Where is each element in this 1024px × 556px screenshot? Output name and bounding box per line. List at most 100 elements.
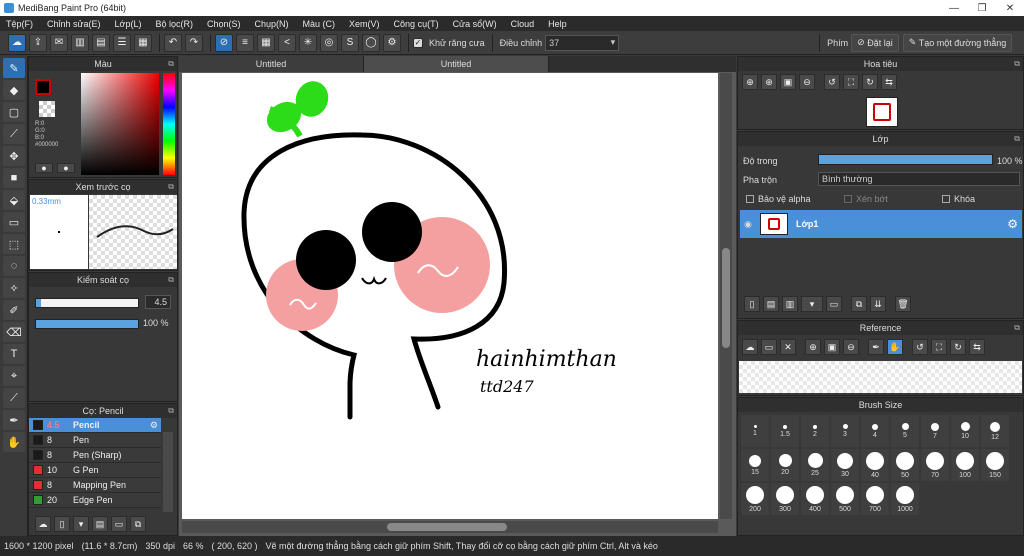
cloud-icon[interactable]: ☁ xyxy=(8,33,26,52)
blend-mode-select[interactable]: Bình thường xyxy=(818,172,1020,186)
merge-layer-icon[interactable]: ⇊ xyxy=(870,296,886,312)
menu-file[interactable]: Tệp(F) xyxy=(6,19,33,29)
zoom-in-icon[interactable]: ⊕ xyxy=(805,339,821,355)
snap-vanish-icon[interactable]: < xyxy=(278,33,296,52)
snap-off-icon[interactable]: ⊘ xyxy=(215,33,233,52)
close-button[interactable]: ✕ xyxy=(996,0,1024,16)
brush-list-scrollbar[interactable] xyxy=(163,432,173,512)
new-brush-icon[interactable]: ▯ xyxy=(54,516,70,532)
hand-icon[interactable]: ✋ xyxy=(887,339,903,355)
brush-size-option[interactable]: 10 xyxy=(951,415,979,447)
undo-icon[interactable]: ↶ xyxy=(164,33,182,52)
brush-item-edge-pen[interactable]: 20 Edge Pen xyxy=(29,493,161,508)
horizontal-scrollbar[interactable] xyxy=(182,521,718,533)
brush-size-option[interactable]: 50 xyxy=(891,449,919,481)
gear-icon[interactable]: ⚙ xyxy=(150,420,158,431)
palette-icon[interactable]: ● xyxy=(35,163,53,173)
close-icon[interactable]: ✕ xyxy=(780,339,796,355)
brush-item-pen-sharp[interactable]: 8 Pen (Sharp) xyxy=(29,448,161,463)
brush-item-g-pen[interactable]: 10 G Pen xyxy=(29,463,161,478)
text-tool-icon[interactable]: T xyxy=(3,344,25,364)
copy-brush-icon[interactable]: ⧉ xyxy=(130,516,146,532)
menu-layer[interactable]: Lớp(L) xyxy=(115,19,142,29)
menu-help[interactable]: Help xyxy=(548,19,567,29)
rotate-left-icon[interactable]: ↺ xyxy=(824,74,840,90)
new-halftone-layer-icon[interactable]: ▤ xyxy=(763,296,779,312)
hue-slider[interactable] xyxy=(163,73,175,175)
line-tool-icon[interactable]: ⟋ xyxy=(3,124,25,144)
menu-capture[interactable]: Chụp(N) xyxy=(255,19,289,29)
brush-size-option[interactable]: 3 xyxy=(831,415,859,447)
page-icon[interactable]: ▤ xyxy=(92,33,110,52)
zoom-in-icon[interactable]: ⊕ xyxy=(742,74,758,90)
layer-opacity-slider[interactable] xyxy=(818,154,993,165)
snap-parallel-icon[interactable]: ≡ xyxy=(236,33,254,52)
settings-icon[interactable]: ⚙ xyxy=(383,33,401,52)
brush-size-option[interactable]: 150 xyxy=(981,449,1009,481)
brush-size-option[interactable]: 15 xyxy=(741,449,769,481)
snap-radial-icon[interactable]: ✳ xyxy=(299,33,317,52)
correction-select[interactable]: 37 ▾ xyxy=(545,34,620,51)
eyedropper-icon[interactable]: ✒ xyxy=(868,339,884,355)
straight-line-button[interactable]: ✎ Tạo một đường thẳng xyxy=(902,33,1013,52)
secondary-color-swatch[interactable] xyxy=(39,101,55,117)
menu-view[interactable]: Xem(V) xyxy=(349,19,380,29)
operation-tool-icon[interactable]: ⌖ xyxy=(3,366,25,386)
menu-color[interactable]: Màu (C) xyxy=(303,19,336,29)
brush-size-option[interactable]: 1.5 xyxy=(771,415,799,447)
swap-icon[interactable]: ● xyxy=(57,163,75,173)
shape-tool-icon[interactable]: ▢ xyxy=(3,102,25,122)
fit-icon[interactable]: ▣ xyxy=(824,339,840,355)
add-brush-icon[interactable]: ▾ xyxy=(73,516,89,532)
brush-opacity-slider[interactable] xyxy=(35,319,139,329)
fill-rect-tool-icon[interactable]: ■ xyxy=(3,168,25,188)
folder-icon[interactable]: ▭ xyxy=(111,516,127,532)
grid-icon[interactable]: ▦ xyxy=(134,33,152,52)
snap-ellipse-icon[interactable]: ◯ xyxy=(362,33,380,52)
zoom-out-icon[interactable]: ⊖ xyxy=(843,339,859,355)
brush-size-option[interactable]: 2 xyxy=(801,415,829,447)
menu-cloud[interactable]: Cloud xyxy=(511,19,535,29)
vertical-scrollbar[interactable] xyxy=(720,73,732,519)
upload-icon[interactable]: ⇪ xyxy=(29,33,47,52)
eyedropper-tool-icon[interactable]: ✒ xyxy=(3,410,25,430)
brush-size-option[interactable]: 1 xyxy=(741,415,769,447)
lock-checkbox[interactable] xyxy=(942,195,950,203)
select-eraser-tool-icon[interactable]: ⌫ xyxy=(3,322,25,342)
protect-alpha-checkbox[interactable] xyxy=(746,195,754,203)
import-brush-icon[interactable]: ▤ xyxy=(92,516,108,532)
brush-size-option[interactable]: 40 xyxy=(861,449,889,481)
brush-item-mapping-pen[interactable]: 8 Mapping Pen xyxy=(29,478,161,493)
brush-size-option[interactable]: 500 xyxy=(831,483,859,515)
brush-size-value[interactable]: 4.5 xyxy=(145,295,171,309)
saturation-value-picker[interactable] xyxy=(81,73,159,175)
brush-size-option[interactable]: 200 xyxy=(741,483,769,515)
fit-icon[interactable]: ▣ xyxy=(780,74,796,90)
cloud-brush-icon[interactable]: ☁ xyxy=(35,516,51,532)
move-tool-icon[interactable]: ✥ xyxy=(3,146,25,166)
trash-icon[interactable]: 🗑 xyxy=(895,296,911,312)
brush-item-pencil[interactable]: 4.5 Pencil ⚙ xyxy=(29,418,161,433)
brush-size-option[interactable]: 300 xyxy=(771,483,799,515)
brush-size-option[interactable]: 70 xyxy=(921,449,949,481)
menu-filter[interactable]: Bộ lọc(R) xyxy=(155,19,193,29)
restore-button[interactable]: ❐ xyxy=(968,0,996,16)
menu-edit[interactable]: Chỉnh sửa(E) xyxy=(47,19,101,29)
brush-item-pen[interactable]: 8 Pen xyxy=(29,433,161,448)
book-icon[interactable]: ▥ xyxy=(71,33,89,52)
new-layer-icon[interactable]: ▯ xyxy=(744,296,760,312)
navigator-thumbnail[interactable] xyxy=(866,97,898,127)
rotate-right-icon[interactable]: ↻ xyxy=(862,74,878,90)
gradient-tool-icon[interactable]: ▭ xyxy=(3,212,25,232)
gear-icon[interactable]: ⚙ xyxy=(1007,217,1018,231)
brush-size-option[interactable]: 12 xyxy=(981,415,1009,447)
menu-tools[interactable]: Công cụ(T) xyxy=(394,19,439,29)
magic-wand-tool-icon[interactable]: ✧ xyxy=(3,278,25,298)
snap-circle-icon[interactable]: ◎ xyxy=(320,33,338,52)
brush-size-option[interactable]: 4 xyxy=(861,415,889,447)
brush-size-option[interactable]: 7 xyxy=(921,415,949,447)
brush-tool-icon[interactable]: ✎ xyxy=(3,58,25,78)
layer-row[interactable]: ◉ Lớp1 ⚙ xyxy=(740,210,1022,238)
menu-window[interactable]: Cửa sổ(W) xyxy=(453,19,497,29)
reset-rotate-icon[interactable]: ⛶ xyxy=(931,339,947,355)
